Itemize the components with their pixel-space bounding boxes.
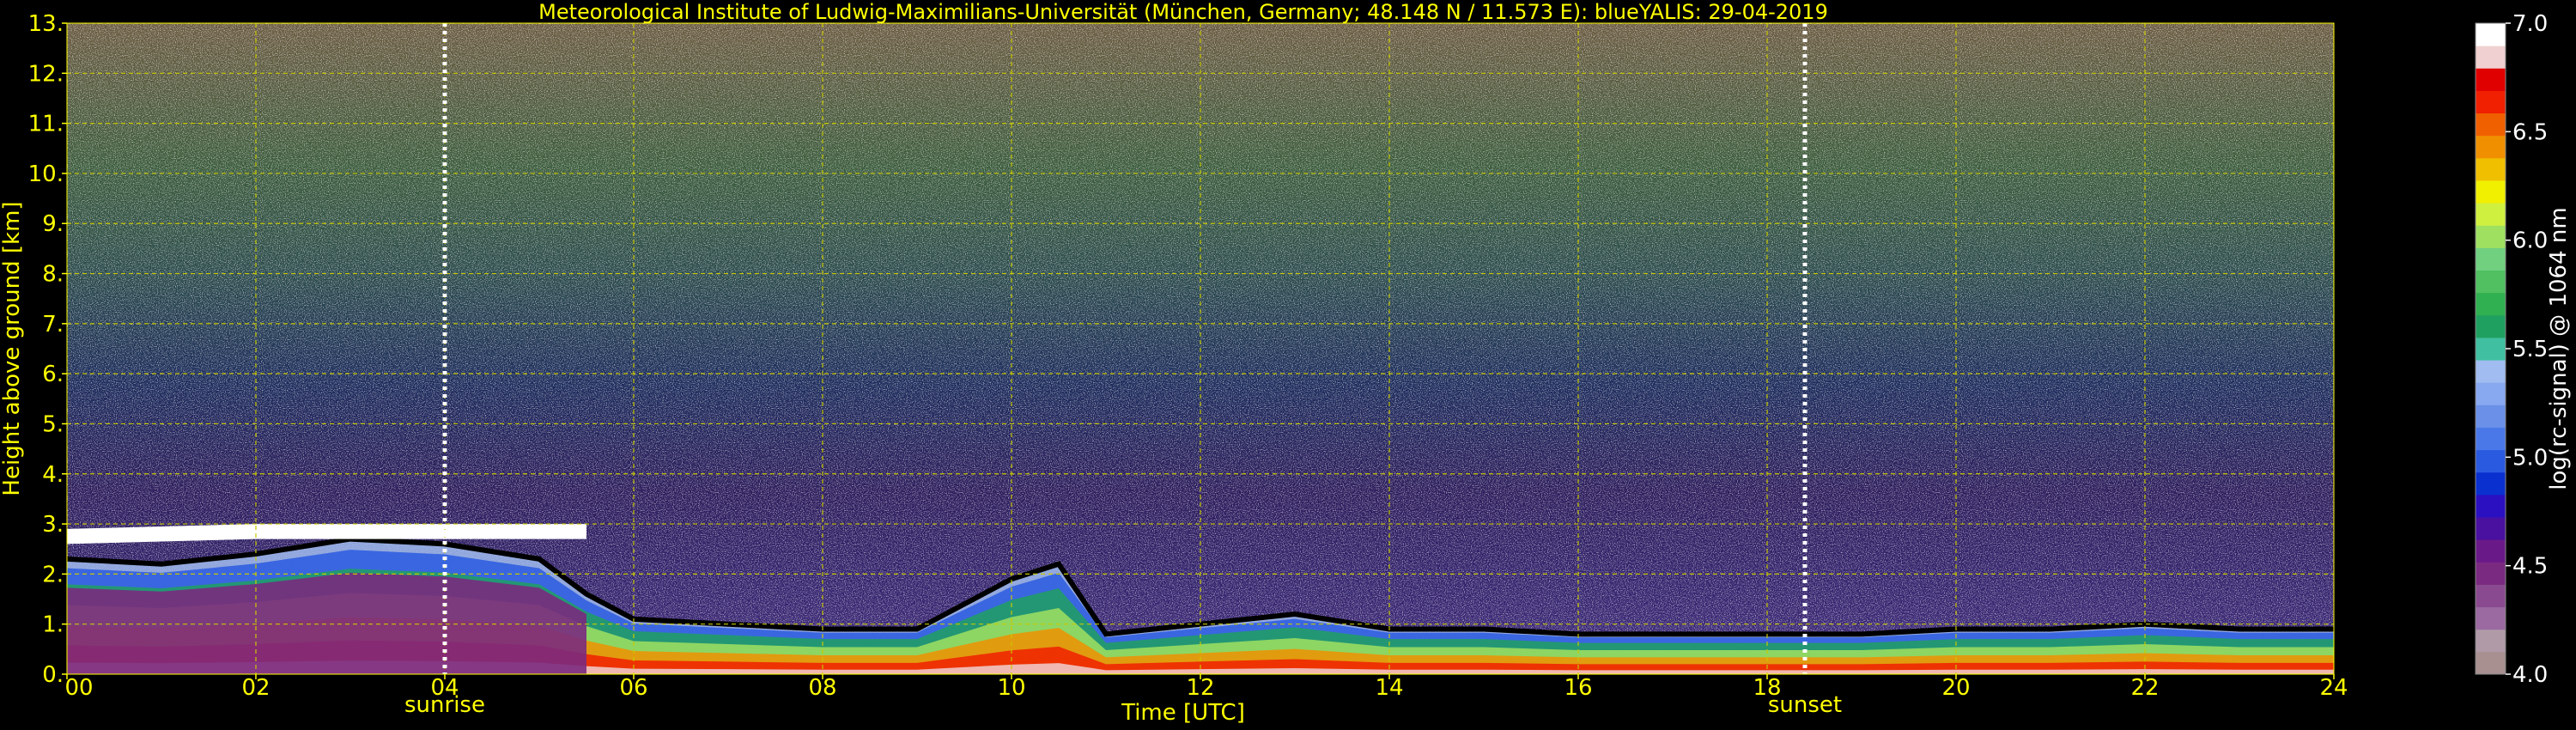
colorbar-segment <box>2476 90 2506 114</box>
colorbar-segment <box>2476 113 2506 137</box>
colorbar-segment <box>2476 360 2506 383</box>
colorbar-segment <box>2476 135 2506 159</box>
colorbar-segment <box>2476 562 2506 585</box>
y-tick-label: 7. <box>42 312 64 338</box>
colorbar-segment <box>2476 629 2506 653</box>
colorbar-segment <box>2476 584 2506 608</box>
colorbar-segment <box>2476 427 2506 451</box>
colorbar-tick-label: 5.5 <box>2512 337 2548 362</box>
colorbar-segment <box>2476 539 2506 563</box>
y-tick-label: 3. <box>42 512 64 538</box>
y-tick-label: 9. <box>42 211 64 237</box>
x-tick-label: 16 <box>1564 675 1592 701</box>
y-tick-label: 11. <box>28 112 64 137</box>
colorbar-segment <box>2476 651 2506 675</box>
colorbar-tick-label: 7.0 <box>2512 11 2548 37</box>
y-tick-label: 1. <box>42 612 64 638</box>
colorbar-tick-label: 4.0 <box>2512 662 2548 688</box>
y-tick-label: 10. <box>28 161 64 187</box>
colorbar-segment <box>2476 606 2506 630</box>
y-axis-label: Height above ground [km] <box>0 201 25 496</box>
colorbar-segment <box>2476 68 2506 91</box>
colorbar-segment <box>2476 405 2506 428</box>
colorbar-segment <box>2476 23 2506 46</box>
y-tick-label: 0. <box>42 662 64 688</box>
y-axis: 0. 1. 2. 3. 4. 5. 6. 7. 8. 9. 10. 11. 12. 13. <box>28 11 67 688</box>
chart-title: Meteorological Institute of Ludwig-Maxim… <box>538 0 1828 24</box>
x-tick-label: 20 <box>1941 675 1970 701</box>
x-tick-label: 00 <box>64 675 93 701</box>
y-tick-label: 2. <box>42 562 64 587</box>
colorbar-tick-label: 6.5 <box>2512 119 2548 145</box>
x-tick-label: 12 <box>1186 675 1214 701</box>
y-tick-label: 12. <box>28 61 64 87</box>
x-tick-label: 24 <box>2319 675 2348 701</box>
colorbar-segment <box>2476 494 2506 518</box>
y-tick-label: 6. <box>42 362 64 387</box>
y-tick-label: 8. <box>42 262 64 288</box>
colorbar-segment <box>2476 471 2506 496</box>
x-tick-label: 06 <box>619 675 647 701</box>
y-tick-label: 13. <box>28 11 64 37</box>
x-tick-label: 08 <box>808 675 836 701</box>
y-tick-label: 4. <box>42 462 64 488</box>
colorbar-segment <box>2476 225 2506 248</box>
colorbar-tick-label: 5.0 <box>2512 445 2548 471</box>
x-axis-label: Time [UTC] <box>1121 700 1245 726</box>
colorbar-segment <box>2476 314 2506 338</box>
y-tick-label: 5. <box>42 411 64 437</box>
x-tick-label: 02 <box>241 675 270 701</box>
x-tick-label: 22 <box>2130 675 2159 701</box>
x-tick-label: 04 <box>430 675 459 701</box>
colorbar-tick-label: 4.5 <box>2512 554 2548 580</box>
colorbar-tick-label: 6.0 <box>2512 228 2548 254</box>
colorbar-segment <box>2476 203 2506 226</box>
lidar-quicklook: sunrise sunset 0.1.2.3.4.5.6.7.8.9.10.11.… <box>0 0 2572 726</box>
colorbar-segment <box>2476 382 2506 405</box>
x-tick-label: 14 <box>1375 675 1403 701</box>
colorbar-segment <box>2476 270 2506 294</box>
colorbar-segment <box>2476 157 2506 181</box>
colorbar-segment <box>2476 179 2506 204</box>
colorbar-segment <box>2476 337 2506 361</box>
x-tick-label: 18 <box>1753 675 1781 701</box>
colorbar: 4.0 4.5 5.0 5.5 6.0 6.5 7.0 <box>2475 11 2548 688</box>
colorbar-segment <box>2476 46 2506 69</box>
colorbar-label: log(rc-signal) @ 1064 nm <box>2546 207 2572 490</box>
colorbar-segment <box>2476 292 2506 316</box>
x-tick-label: 10 <box>997 675 1025 701</box>
colorbar-segment <box>2476 247 2506 271</box>
colorbar-segment <box>2476 517 2506 540</box>
colorbar-segment <box>2476 449 2506 473</box>
